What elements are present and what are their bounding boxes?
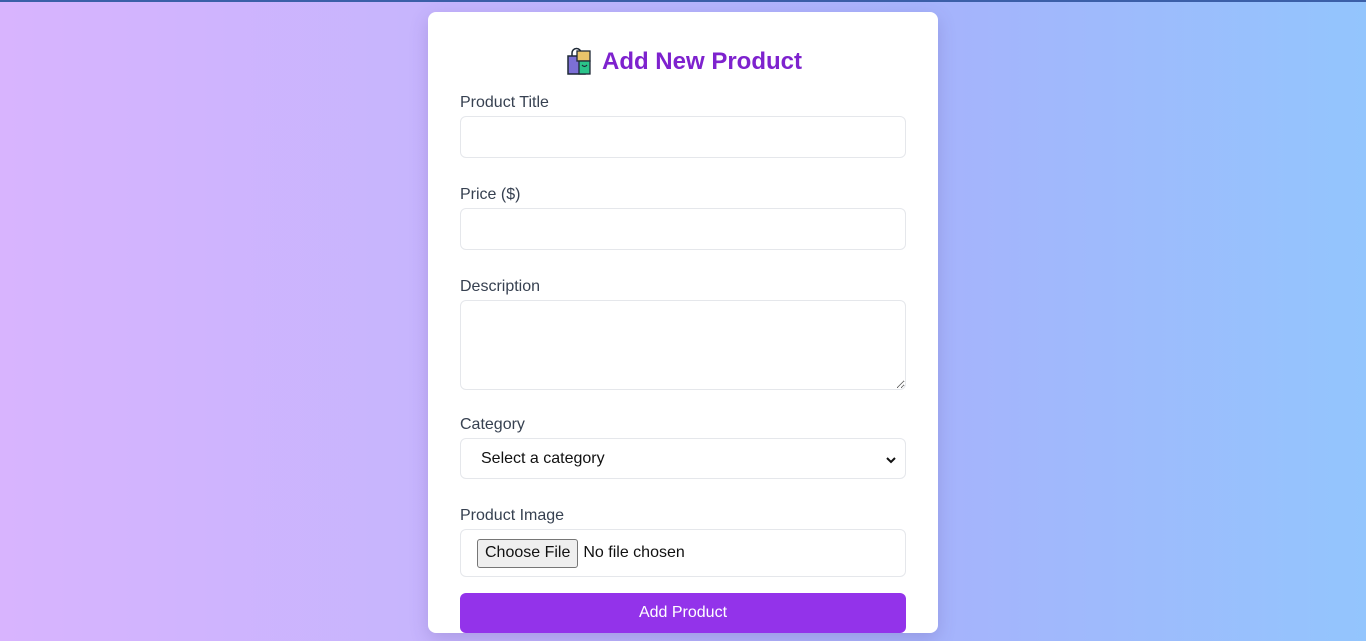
page-title: Add New Product [601, 48, 802, 75]
file-status-text: No file chosen [583, 544, 685, 561]
product-title-input[interactable] [460, 116, 906, 158]
price-label: Price ($) [460, 186, 521, 203]
add-product-card: Add New Product Product Title Price ($) … [428, 12, 938, 633]
product-image-group: Product Image Choose File No file chosen [460, 507, 906, 577]
category-selected-value: Select a category [481, 449, 605, 467]
product-title-label: Product Title [460, 94, 549, 111]
description-label: Description [460, 278, 541, 295]
description-textarea[interactable] [460, 300, 906, 390]
product-image-label: Product Image [460, 507, 565, 524]
chevron-down-icon [885, 453, 897, 465]
price-group: Price ($) [460, 186, 906, 250]
price-input[interactable] [460, 208, 906, 250]
top-border-line [0, 0, 1366, 2]
add-product-button[interactable]: Add Product [460, 593, 906, 633]
file-input: Choose File No file chosen [460, 529, 906, 577]
description-group: Description [460, 278, 906, 390]
category-label: Category [460, 416, 525, 433]
category-group: Category Select a category [460, 416, 906, 479]
form-header: Add New Product [460, 38, 906, 86]
shopping-bags-icon [564, 47, 594, 77]
choose-file-button[interactable]: Choose File [477, 538, 579, 568]
category-select[interactable]: Select a category [460, 438, 906, 479]
product-title-group: Product Title [460, 94, 906, 158]
